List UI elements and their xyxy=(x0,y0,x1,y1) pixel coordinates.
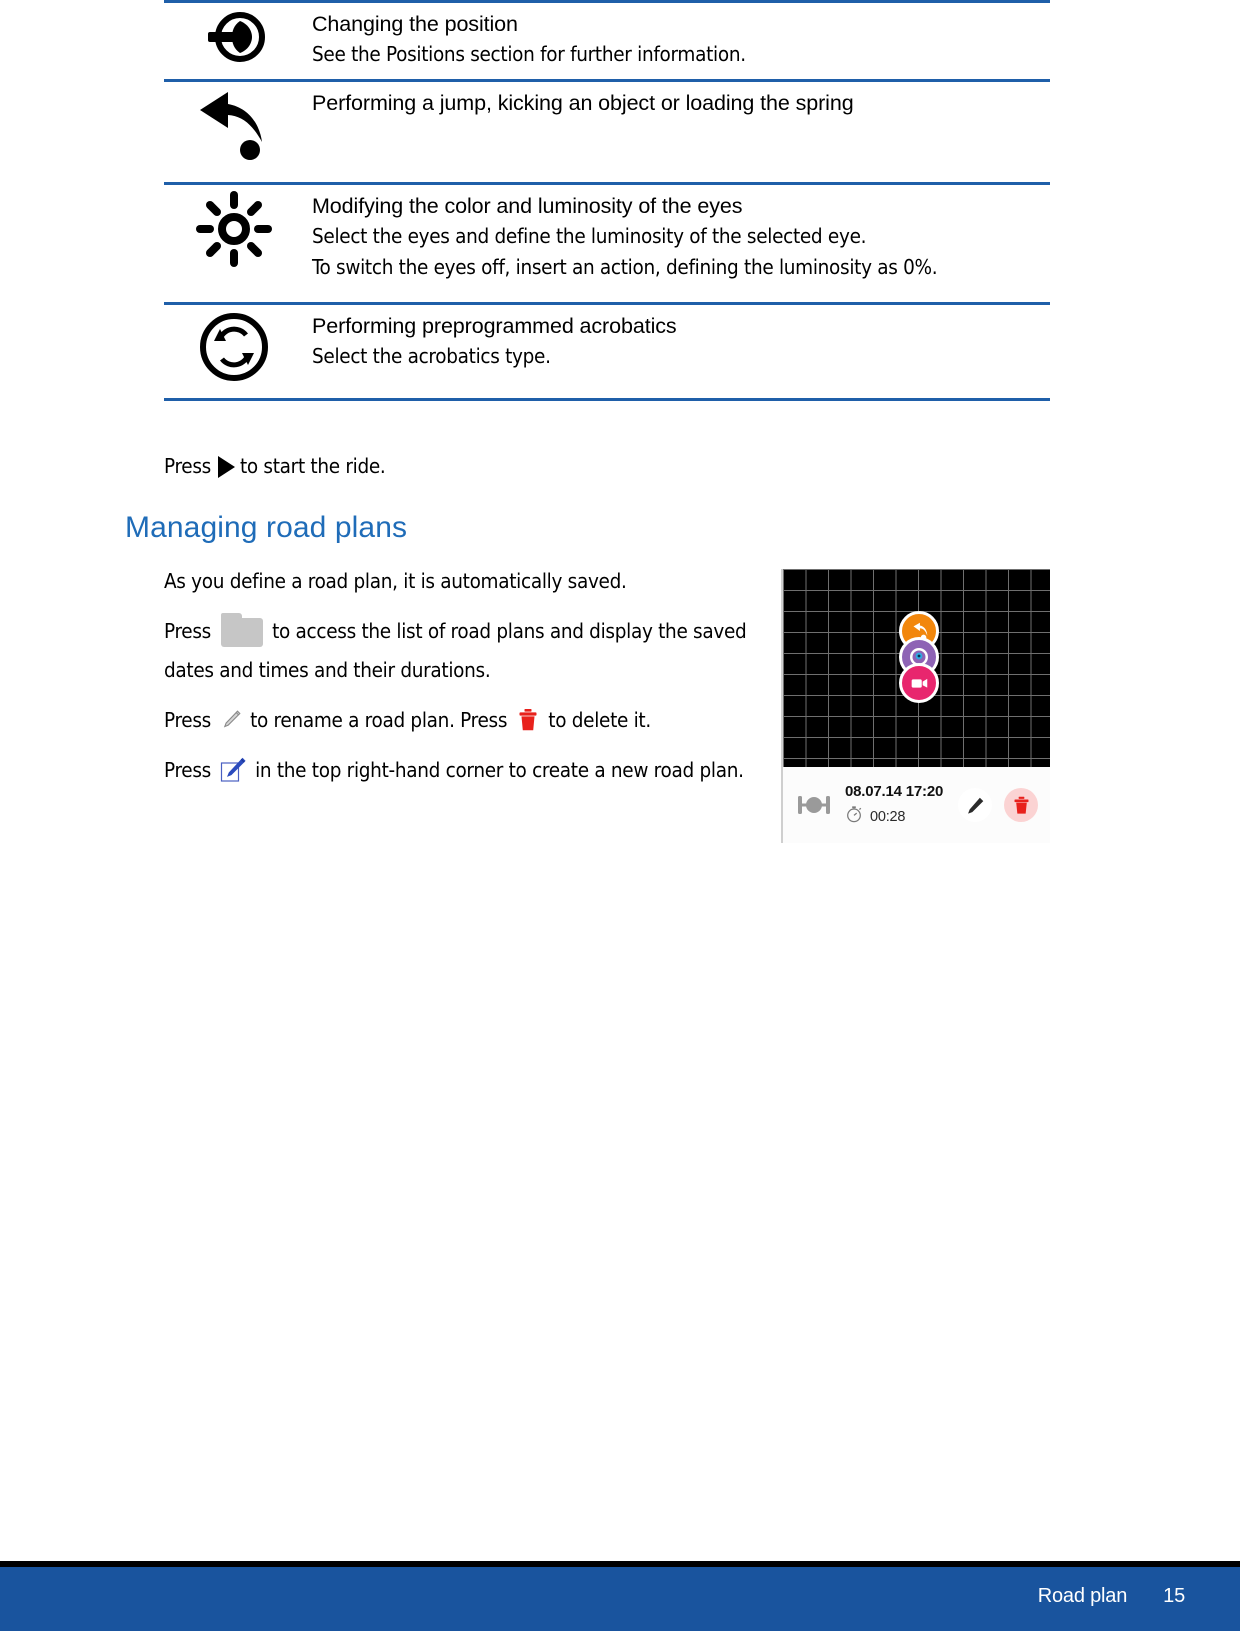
road-plan-meta: 08.07.14 17:20 00:28 xyxy=(845,782,958,828)
paragraph-prefix: Press xyxy=(164,758,211,782)
robot-thumbnail-icon xyxy=(783,792,845,818)
brightness-sun-icon xyxy=(194,189,274,274)
road-plan-grid xyxy=(783,569,1050,767)
press-play-after: to start the ride. xyxy=(239,454,386,478)
table-text-cell: Performing preprogrammed acrobatics Sele… xyxy=(304,305,1050,380)
press-play-instruction: Press to start the ride. xyxy=(164,449,386,483)
paragraph-text: As you define a road plan, it is automat… xyxy=(164,569,627,593)
paragraph-folder-access: Press to access the list of road plans a… xyxy=(164,612,756,690)
jump-arrow-icon xyxy=(188,86,280,169)
paragraph-auto-save: As you define a road plan, it is automat… xyxy=(164,562,756,601)
row-line: See the Positions section for further in… xyxy=(312,42,746,66)
page-title: Managing road plans xyxy=(125,511,408,544)
table-icon-cell xyxy=(164,82,304,169)
action-token-stack xyxy=(899,611,941,703)
road-plan-duration-row: 00:28 xyxy=(845,805,958,828)
folder-icon xyxy=(220,613,263,647)
paragraph-prefix: Press xyxy=(164,619,211,643)
stopwatch-icon xyxy=(845,805,863,828)
edit-square-icon xyxy=(220,757,247,783)
document-page: Changing the position See the Positions … xyxy=(0,0,1240,1631)
table-rule-bottom xyxy=(164,398,1050,401)
row-title: Performing a jump, kicking an object or … xyxy=(312,91,854,115)
delete-road-plan-button[interactable] xyxy=(1004,788,1038,822)
paragraph-mid: to rename a road plan. Press xyxy=(250,708,508,732)
road-plan-date: 08.07.14 17:20 xyxy=(845,783,944,800)
trash-icon xyxy=(517,706,539,731)
table-text-cell: Changing the position See the Positions … xyxy=(304,3,1050,78)
table-row: Performing a jump, kicking an object or … xyxy=(164,82,1050,182)
road-plan-screenshot: 08.07.14 17:20 00:28 xyxy=(783,569,1050,843)
paragraph-rename-delete: Press to rename a road plan. Press to de… xyxy=(164,701,756,740)
road-plan-duration: 00:28 xyxy=(870,808,906,825)
table-icon-cell xyxy=(164,3,304,72)
press-play-before: Press xyxy=(164,454,211,478)
paragraph-prefix: Press xyxy=(164,708,211,732)
row-title: Performing preprogrammed acrobatics xyxy=(312,314,677,338)
pencil-icon xyxy=(220,705,242,728)
play-icon xyxy=(217,456,235,478)
footer-page-number: 15 xyxy=(1163,1585,1185,1607)
table-icon-cell xyxy=(164,185,304,274)
paragraph-create-new: Press in the top right-hand corner to cr… xyxy=(164,751,756,790)
acrobatics-refresh-icon xyxy=(196,309,272,390)
row-line: Select the eyes and define the luminosit… xyxy=(312,224,867,248)
row-line: Select the acrobatics type. xyxy=(312,344,551,368)
target-position-icon xyxy=(198,7,270,72)
paragraph-suffix: to delete it. xyxy=(548,708,651,732)
footer-text: Road plan 15 xyxy=(1038,1585,1185,1608)
eyes-action-token[interactable] xyxy=(899,663,939,703)
rename-road-plan-button[interactable] xyxy=(958,788,992,822)
table-icon-cell xyxy=(164,305,304,390)
road-plan-actions xyxy=(958,788,1050,822)
actions-icon-table: Changing the position See the Positions … xyxy=(164,0,1050,401)
road-plan-list-item[interactable]: 08.07.14 17:20 00:28 xyxy=(783,767,1050,843)
table-row: Changing the position See the Positions … xyxy=(164,3,1050,79)
table-text-cell: Performing a jump, kicking an object or … xyxy=(304,82,1050,126)
row-title: Modifying the color and luminosity of th… xyxy=(312,194,743,218)
row-line: To switch the eyes off, insert an action… xyxy=(312,255,938,279)
table-row: Modifying the color and luminosity of th… xyxy=(164,185,1050,302)
table-row: Performing preprogrammed acrobatics Sele… xyxy=(164,305,1050,398)
table-text-cell: Modifying the color and luminosity of th… xyxy=(304,185,1050,291)
row-title: Changing the position xyxy=(312,12,518,36)
paragraph-suffix: in the top right-hand corner to create a… xyxy=(255,758,744,782)
footer-chapter: Road plan xyxy=(1037,1585,1128,1607)
body-column: As you define a road plan, it is automat… xyxy=(164,562,756,801)
